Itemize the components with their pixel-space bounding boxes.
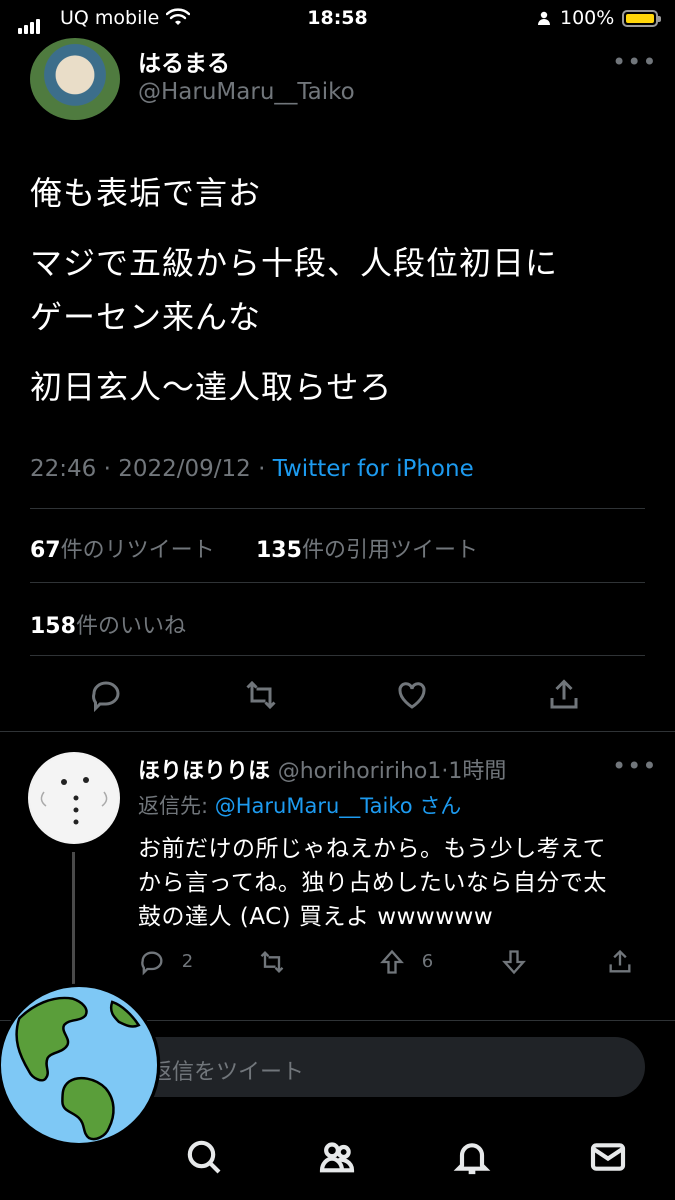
person-icon <box>538 11 550 25</box>
quotes-count: 135 <box>256 538 302 563</box>
retweets-stat[interactable]: 67件のリツイート <box>30 532 215 564</box>
communities-icon <box>319 1142 355 1173</box>
reply-text-line: から言ってね。独り占めしたいなら自分で太 <box>138 870 607 896</box>
author-display-name[interactable]: はるまる <box>138 44 230 78</box>
reply-reply-button[interactable]: 2 <box>138 948 193 976</box>
reply-reply-count: 2 <box>181 951 194 972</box>
tweet-text-line: ゲーセン来んな <box>30 298 262 336</box>
snow-spirit-icon <box>30 754 118 842</box>
retweet-icon <box>260 951 284 973</box>
replying-to: 返信先: @HaruMaru__Taiko さん <box>138 790 461 820</box>
share-icon[interactable] <box>546 677 582 713</box>
reply-text: お前だけの所じゃねえから。もう少し考えて から言ってね。独り占めしたいなら自分で… <box>138 832 648 934</box>
upvote-button[interactable]: 6 <box>378 948 433 976</box>
tweet-time: 22:46 <box>30 456 97 482</box>
reply-retweet-button[interactable] <box>258 948 286 981</box>
battery-fill <box>626 14 654 23</box>
mail-icon <box>590 1143 626 1171</box>
reply-author-avatar[interactable] <box>28 752 120 844</box>
reply-compose-placeholder: 返信をツイート <box>150 1060 305 1085</box>
more-options-icon[interactable]: ••• <box>612 48 657 76</box>
reply-author-handle[interactable]: @horihoririho1 <box>278 759 442 784</box>
up-arrow-icon <box>380 949 404 974</box>
tab-communities[interactable] <box>317 1137 357 1181</box>
battery-icon <box>622 10 661 27</box>
reply-compose-input[interactable]: 返信をツイート <box>120 1037 645 1097</box>
thread-line <box>72 852 75 1002</box>
like-icon[interactable] <box>394 677 430 713</box>
battery-percent: 100% <box>560 7 615 29</box>
likes-label: 件のいいね <box>75 614 186 639</box>
downvote-button[interactable] <box>500 948 528 981</box>
share-icon <box>609 949 631 973</box>
reply-text-line: お前だけの所じゃねえから。もう少し考えて <box>138 836 607 862</box>
reply-time: 1時間 <box>448 759 507 784</box>
globe-icon <box>0 983 161 1147</box>
tweet-date: 2022/09/12 <box>118 456 251 482</box>
replying-suffix: さん <box>419 794 462 818</box>
tab-notifications[interactable] <box>452 1137 492 1181</box>
divider <box>30 508 645 509</box>
tweet-text-line: マジで五級から十段、人段位初日に <box>30 244 559 282</box>
reply-text-line: 鼓の達人 (AC) 買えよ wwwwww <box>138 904 494 930</box>
reply-icon[interactable] <box>88 677 124 713</box>
reply-icon <box>141 951 163 976</box>
down-arrow-icon <box>502 950 526 975</box>
divider <box>0 731 675 732</box>
quotes-stat[interactable]: 135件の引用ツイート <box>256 532 478 564</box>
tab-messages[interactable] <box>588 1137 628 1181</box>
status-bar: UQ mobile 18:58 100% <box>0 0 675 40</box>
retweets-label: 件のリツイート <box>60 538 215 563</box>
quotes-label: 件の引用ツイート <box>301 538 478 563</box>
tweet-text-line: 初日玄人〜達人取らせろ <box>30 368 393 406</box>
bell-icon <box>453 1143 491 1175</box>
search-icon <box>187 1140 221 1174</box>
divider <box>30 655 645 656</box>
author-handle[interactable]: @HaruMaru__Taiko <box>138 79 355 105</box>
reply-header: ほりほりりほ @horihoririho1·1時間 <box>138 759 507 784</box>
replying-to-handle[interactable]: @HaruMaru__Taiko <box>215 794 413 818</box>
upvote-count: 6 <box>421 951 434 972</box>
reply-author-name[interactable]: ほりほりりほ <box>138 759 270 784</box>
tweet-source-link[interactable]: Twitter for iPhone <box>273 456 474 482</box>
tweet-timestamp: 22:46 · 2022/09/12 · Twitter for iPhone <box>30 456 474 482</box>
divider <box>30 582 645 583</box>
replying-prefix: 返信先: <box>138 794 209 818</box>
likes-count: 158 <box>30 614 76 639</box>
reply-more-options-icon[interactable]: ••• <box>612 752 657 780</box>
likes-stat[interactable]: 158件のいいね <box>30 608 186 640</box>
retweets-count: 67 <box>30 538 61 563</box>
tweet-text-line: 俺も表垢で言お <box>30 174 262 212</box>
author-avatar[interactable] <box>30 38 120 120</box>
retweet-icon[interactable] <box>243 677 279 713</box>
tab-search[interactable] <box>184 1137 224 1181</box>
reply-share-button[interactable] <box>606 948 634 981</box>
